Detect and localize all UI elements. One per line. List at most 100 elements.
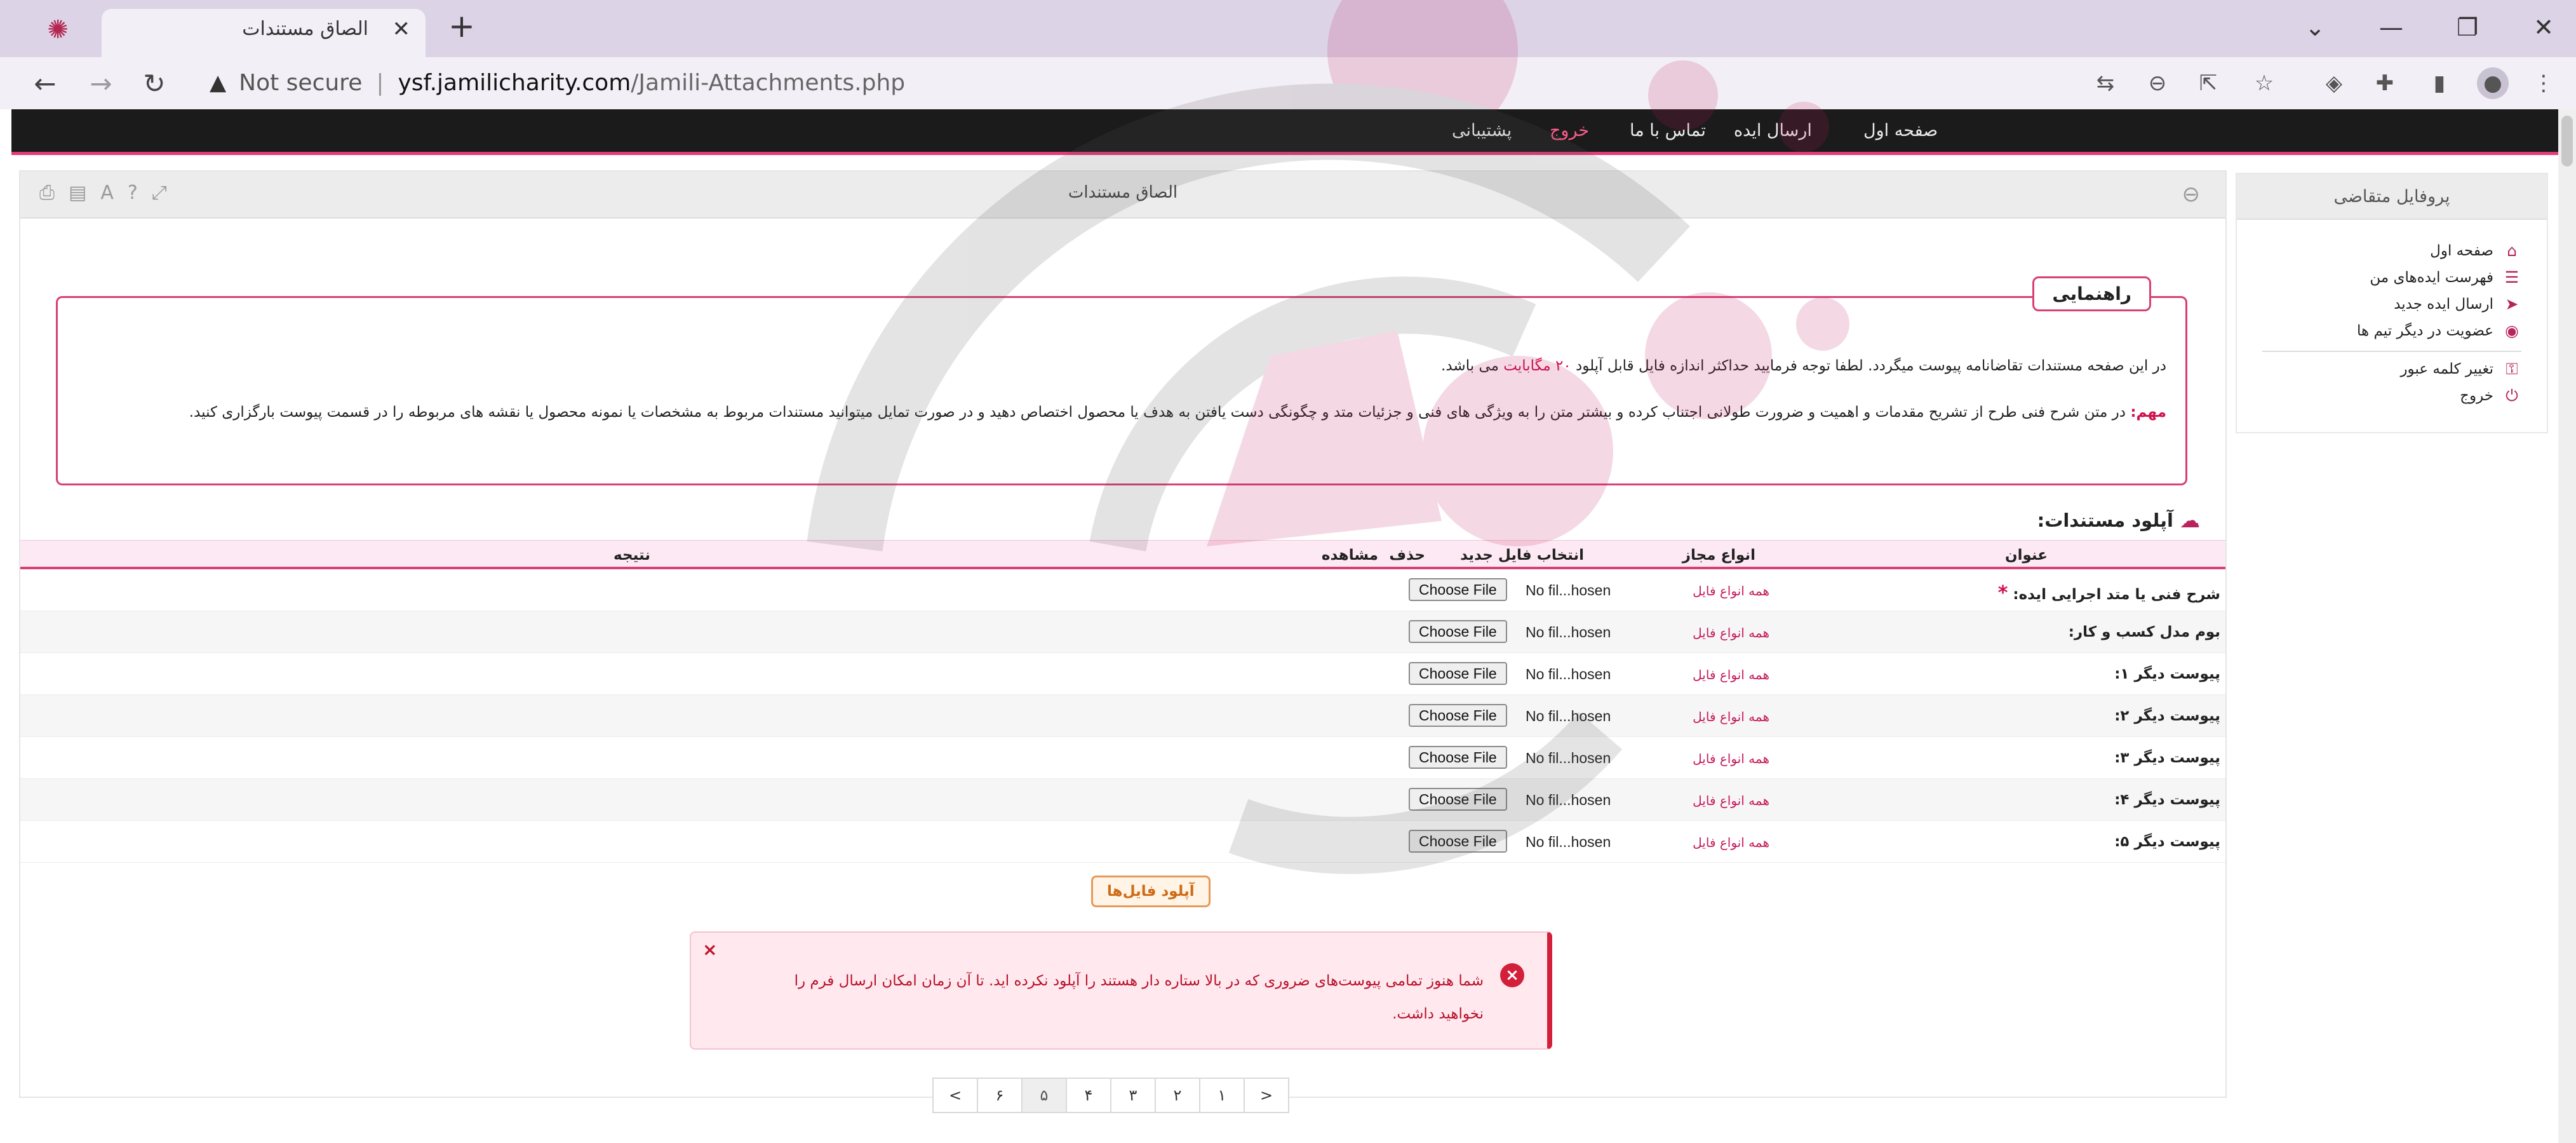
file-status: No fil...hosen bbox=[1526, 624, 1611, 640]
pagination-page[interactable]: ۲ bbox=[1155, 1078, 1200, 1113]
required-star: * bbox=[1997, 582, 2008, 604]
row-label: پیوست دیگر ۵: bbox=[2114, 834, 2220, 850]
guide-text: در این صفحه مستندات تقاضانامه پیوست میگر… bbox=[1571, 358, 2166, 374]
shield-icon[interactable]: ◈ bbox=[2318, 67, 2350, 99]
panel-header: ⎙ ▤ A ? ⤢ الصاق مستندات ⊖ bbox=[20, 172, 2225, 219]
sidebar-item-label: عضویت در دیگر تیم ها bbox=[2357, 322, 2493, 339]
guide-title: راهنمایی bbox=[2032, 276, 2151, 311]
sidebar-divider bbox=[2262, 351, 2521, 352]
address-bar[interactable]: ▲ Not secure | ysf.jamilicharity.com/Jam… bbox=[191, 62, 2045, 103]
allowed-types: همه انواع فایل bbox=[1693, 625, 1769, 640]
forward-arrow-icon[interactable]: → bbox=[81, 64, 121, 103]
browser-toolbar: ← → ↻ ▲ Not secure | ysf.jamilicharity.c… bbox=[0, 57, 2576, 109]
choose-file-button[interactable]: Choose File bbox=[1409, 578, 1507, 601]
send-icon: ➤ bbox=[2505, 295, 2519, 313]
sidebar-item-new-idea[interactable]: ➤ ارسال ایده جدید bbox=[2394, 295, 2521, 313]
alert-close-icon[interactable]: × bbox=[702, 939, 717, 960]
scrollbar-thumb[interactable] bbox=[2561, 116, 2573, 166]
file-status: No fil...hosen bbox=[1526, 708, 1611, 724]
allowed-types: همه انواع فایل bbox=[1693, 793, 1769, 808]
reload-icon[interactable]: ↻ bbox=[135, 64, 174, 103]
translate-icon[interactable]: ⇆ bbox=[2090, 67, 2121, 99]
choose-file-button[interactable]: Choose File bbox=[1409, 746, 1507, 769]
upload-section-title: ☁ آپلود مستندات: bbox=[2037, 508, 2200, 532]
choose-file-button[interactable]: Choose File bbox=[1409, 704, 1507, 727]
choose-file-button[interactable]: Choose File bbox=[1409, 620, 1507, 643]
nav-home-link[interactable]: صفحه اول bbox=[1863, 121, 1938, 140]
bookmark-star-icon[interactable]: ☆ bbox=[2248, 67, 2280, 99]
home-icon: ⌂ bbox=[2507, 241, 2517, 260]
menu-icon[interactable]: ⋮ bbox=[2528, 67, 2559, 99]
pagination-page[interactable]: ۶ bbox=[977, 1078, 1023, 1113]
table-row: بوم مدل کسب و کار: همه انواع فایل Choose… bbox=[20, 611, 2225, 653]
attachments-panel: ⎙ ▤ A ? ⤢ الصاق مستندات ⊖ راهنمایی در ای… bbox=[19, 170, 2227, 1113]
table-body: شرح فنی یا متد اجرایی ایده: * همه انواع … bbox=[20, 569, 2225, 863]
allowed-types: همه انواع فایل bbox=[1693, 667, 1769, 682]
side-panel-icon[interactable]: ▮ bbox=[2424, 67, 2455, 99]
sidebar-title: پروفایل متقاضی bbox=[2237, 174, 2547, 220]
choose-file-button[interactable]: Choose File bbox=[1409, 662, 1507, 685]
nav-send-idea-link[interactable]: ارسال ایده bbox=[1734, 121, 1812, 140]
share-icon[interactable]: ⇱ bbox=[2192, 67, 2224, 99]
sidebar-item-teams[interactable]: ◉ عضویت در دیگر تیم ها bbox=[2357, 321, 2521, 340]
page-scrollbar[interactable] bbox=[2558, 109, 2576, 1143]
new-tab-button[interactable]: + bbox=[448, 8, 475, 44]
nav-contact-link[interactable]: تماس با ما bbox=[1630, 121, 1706, 140]
sidebar-item-my-ideas[interactable]: ☰ فهرست ایده‌های من bbox=[2370, 268, 2521, 287]
close-window-button[interactable]: ✕ bbox=[2515, 5, 2572, 50]
sidebar-item-label: فهرست ایده‌های من bbox=[2370, 269, 2493, 286]
table-row: پیوست دیگر ۲: همه انواع فایل Choose File… bbox=[20, 695, 2225, 737]
important-label: مهم: bbox=[2130, 404, 2166, 421]
url-path[interactable]: /Jamili-Attachments.php bbox=[631, 70, 905, 96]
sidebar-item-change-password[interactable]: ⚿ تغییر کلمه عبور bbox=[2400, 360, 2521, 379]
pagination-next[interactable]: > bbox=[1244, 1078, 1289, 1113]
not-secure-label[interactable]: Not secure bbox=[239, 70, 362, 96]
minimize-button[interactable]: — bbox=[2363, 5, 2420, 50]
profile-icon[interactable]: ● bbox=[2477, 67, 2509, 99]
maximize-button[interactable]: ❐ bbox=[2439, 5, 2496, 50]
extensions-icon[interactable]: ✚ bbox=[2369, 67, 2401, 99]
zoom-icon[interactable]: ⊖ bbox=[2142, 67, 2173, 99]
file-status: No fil...hosen bbox=[1526, 792, 1611, 808]
sidebar-item-home[interactable]: ⌂ صفحه اول bbox=[2430, 241, 2521, 260]
pagination-page[interactable]: ۱ bbox=[1199, 1078, 1245, 1113]
attachments-table: عنوان انواع مجاز انتخاب فایل جدید حذف مش… bbox=[20, 540, 2225, 863]
row-label: پیوست دیگر ۲: bbox=[2114, 708, 2220, 724]
tab-close-icon[interactable]: ✕ bbox=[392, 17, 411, 42]
browser-tab[interactable]: الصاق مستندات ✕ bbox=[102, 9, 426, 57]
pagination-prev[interactable]: < bbox=[932, 1078, 978, 1113]
sidebar-item-label: صفحه اول bbox=[2430, 242, 2493, 259]
guide-text: در متن شرح فنی طرح از تشریح مقدمات و اهم… bbox=[189, 404, 2131, 421]
column-header-delete: حذف bbox=[1389, 547, 1425, 564]
tab-title: الصاق مستندات bbox=[242, 18, 368, 40]
guide-text-line2: مهم: در متن شرح فنی طرح از تشریح مقدمات … bbox=[90, 396, 2166, 429]
upload-files-button[interactable]: آپلود فایل‌ها bbox=[1091, 876, 1211, 907]
file-status: No fil...hosen bbox=[1526, 750, 1611, 766]
column-header-title: عنوان bbox=[2004, 547, 2048, 564]
browser-tabstrip: ✺ الصاق مستندات ✕ + ⌄ — ❐ ✕ bbox=[0, 0, 2576, 57]
choose-file-button[interactable]: Choose File bbox=[1409, 830, 1507, 853]
panel-title: الصاق مستندات bbox=[1068, 183, 1178, 202]
tab-search-icon[interactable]: ⌄ bbox=[2286, 5, 2344, 50]
site-navbar: صفحه اول ارسال ایده تماس با ما خروج پشتی… bbox=[11, 109, 2558, 155]
row-label: بوم مدل کسب و کار: bbox=[2068, 624, 2220, 640]
pagination-page-active[interactable]: ۵ bbox=[1021, 1078, 1067, 1113]
nav-exit-link[interactable]: خروج bbox=[1550, 121, 1589, 140]
pagination-page[interactable]: ۳ bbox=[1110, 1078, 1156, 1113]
alert-message: شما هنوز تمامی پیوست‌های ضروری که در بال… bbox=[794, 973, 1484, 1022]
guide-box: راهنمایی در این صفحه مستندات تقاضانامه پ… bbox=[56, 276, 2187, 485]
pagination-page[interactable]: ۴ bbox=[1066, 1078, 1111, 1113]
file-status: No fil...hosen bbox=[1526, 666, 1611, 682]
url-host[interactable]: ysf.jamilicharity.com bbox=[398, 70, 631, 96]
collapse-icon[interactable]: ⊖ bbox=[2182, 182, 2201, 207]
sidebar-item-label: خروج bbox=[2460, 388, 2493, 404]
sidebar-item-exit[interactable]: ⏻ خروج bbox=[2460, 386, 2521, 405]
site-favicon-icon: ✺ bbox=[47, 15, 69, 44]
nav-support-link[interactable]: پشتیبانی bbox=[1452, 121, 1512, 140]
warning-icon[interactable]: ▲ bbox=[210, 70, 226, 95]
cloud-upload-icon: ☁ bbox=[2180, 508, 2200, 532]
guide-text: می باشد. bbox=[1441, 358, 1504, 374]
choose-file-button[interactable]: Choose File bbox=[1409, 788, 1507, 811]
back-arrow-icon[interactable]: ← bbox=[25, 64, 65, 103]
file-status: No fil...hosen bbox=[1526, 582, 1611, 599]
